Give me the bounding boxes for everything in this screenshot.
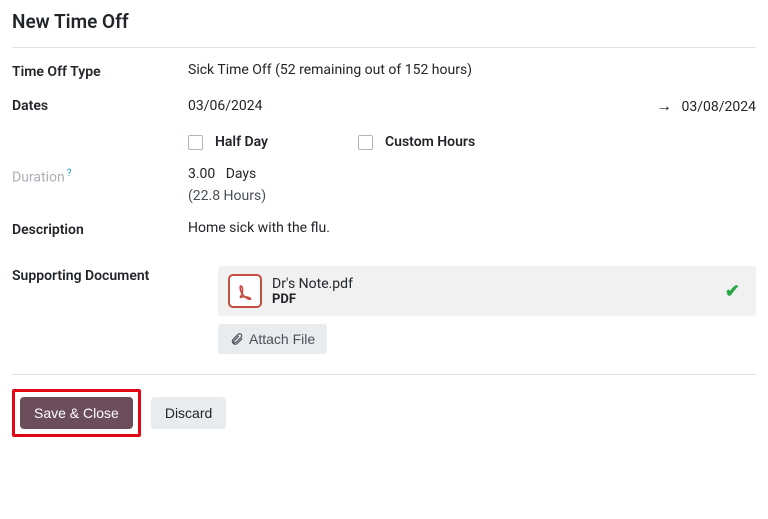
custom-hours-label: Custom Hours xyxy=(385,134,475,150)
checkbox-icon[interactable] xyxy=(188,135,203,150)
check-icon: ✔ xyxy=(725,281,740,302)
half-day-label: Half Day xyxy=(215,134,268,150)
footer-actions: Save & Close Discard xyxy=(12,374,756,437)
row-duration: Duration? 3.00 Days (22.8 Hours) xyxy=(12,166,756,204)
value-description[interactable]: Home sick with the flu. xyxy=(188,220,756,236)
pdf-icon xyxy=(228,274,262,308)
label-document: Supporting Document xyxy=(12,266,218,284)
paperclip-icon xyxy=(230,332,244,346)
label-dates: Dates xyxy=(12,96,188,114)
label-duration: Duration? xyxy=(12,166,188,186)
checkbox-icon[interactable] xyxy=(358,135,373,150)
arrow-right-icon: → xyxy=(656,96,672,115)
custom-hours-option[interactable]: Custom Hours xyxy=(358,134,475,150)
label-description: Description xyxy=(12,220,188,238)
page-title: New Time Off xyxy=(12,10,756,48)
row-type: Time Off Type Sick Time Off (52 remainin… xyxy=(12,62,756,80)
date-from[interactable]: 03/06/2024 xyxy=(188,98,263,114)
label-type: Time Off Type xyxy=(12,62,188,80)
duration-unit: Days xyxy=(226,166,257,182)
row-description: Description Home sick with the flu. xyxy=(12,220,756,238)
file-attachment[interactable]: Dr's Note.pdf PDF ✔ xyxy=(218,266,756,316)
discard-button[interactable]: Discard xyxy=(151,397,226,429)
duration-hours: (22.8 Hours) xyxy=(188,188,756,204)
half-day-option[interactable]: Half Day xyxy=(188,134,268,150)
attach-file-button[interactable]: Attach File xyxy=(218,324,327,354)
row-dates: Dates 03/06/2024 → 03/08/2024 Half Day C… xyxy=(12,96,756,150)
help-icon[interactable]: ? xyxy=(67,168,72,179)
save-highlight: Save & Close xyxy=(12,389,141,437)
date-to[interactable]: 03/08/2024 xyxy=(682,99,757,115)
file-name: Dr's Note.pdf xyxy=(272,276,725,292)
value-type[interactable]: Sick Time Off (52 remaining out of 152 h… xyxy=(188,62,756,78)
save-and-close-button[interactable]: Save & Close xyxy=(20,397,133,429)
file-type: PDF xyxy=(272,292,725,307)
duration-value[interactable]: 3.00 xyxy=(188,166,215,182)
row-document: Supporting Document Dr's Note.pdf PDF ✔ … xyxy=(12,266,756,354)
